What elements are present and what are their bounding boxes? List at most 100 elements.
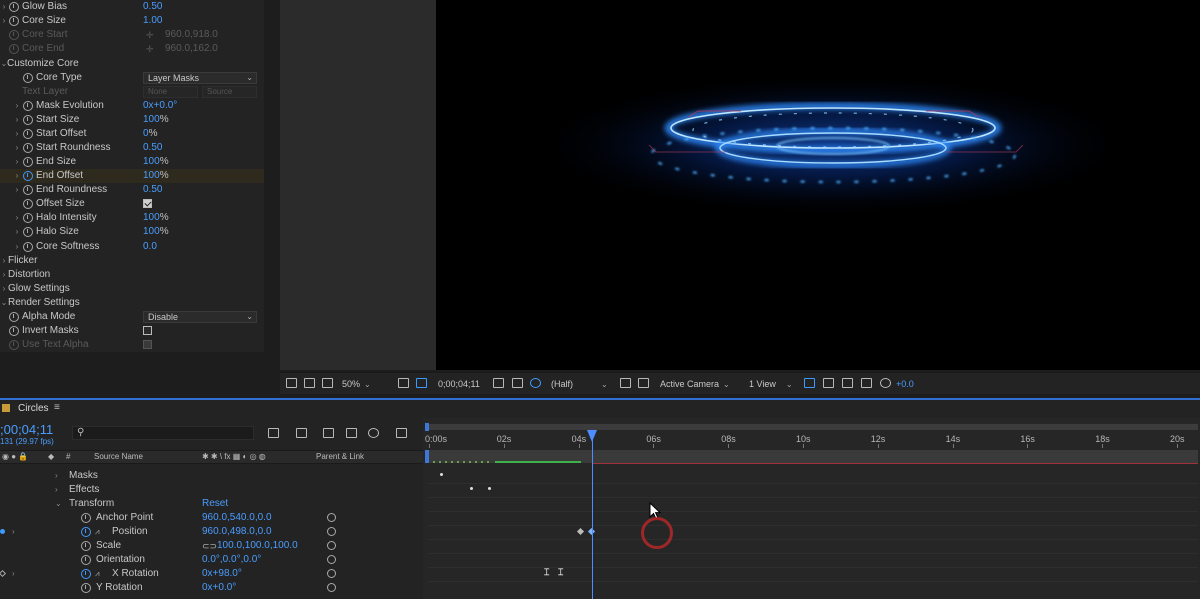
stopwatch-icon[interactable]: [81, 513, 91, 523]
av-switches-icon[interactable]: ◉ ● 🔒: [2, 452, 28, 461]
row-invert-masks[interactable]: Invert Masks: [0, 324, 264, 338]
frame-blending-icon[interactable]: [346, 428, 357, 438]
resolution-dropdown[interactable]: (Half) ⌄: [551, 377, 608, 391]
col-parent-link[interactable]: Parent & Link: [316, 452, 364, 461]
prop-value[interactable]: 960.0,498.0,0.0: [202, 525, 272, 539]
group-distortion[interactable]: › Distortion: [0, 268, 264, 282]
col-source-name[interactable]: Source Name: [94, 452, 143, 461]
row-transform[interactable]: ⌄ Transform Reset: [0, 497, 423, 511]
pick-whip-icon[interactable]: [327, 513, 336, 522]
pick-whip-icon[interactable]: [327, 583, 336, 592]
expand-triangle[interactable]: ›: [12, 567, 15, 581]
row-position[interactable]: › ⩘ Position 960.0,498.0,0.0: [0, 525, 423, 539]
prop-value[interactable]: 100%: [143, 211, 169, 225]
views-dropdown[interactable]: 1 View ⌄: [749, 377, 793, 391]
stopwatch-icon[interactable]: [81, 527, 91, 537]
graph-editor-icon[interactable]: [396, 428, 407, 438]
constrain-proportions-icon[interactable]: ⊂⊃: [202, 539, 217, 553]
expand-triangle[interactable]: ›: [0, 0, 8, 14]
expand-triangle[interactable]: ›: [13, 141, 21, 155]
motion-blur-icon[interactable]: [368, 428, 379, 438]
stopwatch-icon[interactable]: [23, 171, 33, 181]
row-alpha-mode[interactable]: Alpha Mode Disable ⌄: [0, 310, 264, 324]
row-offset-size[interactable]: Offset Size: [0, 197, 264, 211]
row-halo-intensity[interactable]: › Halo Intensity 100%: [0, 211, 264, 225]
row-core-type[interactable]: Core Type Layer Masks ⌄: [0, 71, 264, 85]
prop-value[interactable]: 100%: [143, 155, 169, 169]
expand-triangle[interactable]: ›: [12, 525, 15, 539]
row-start-size[interactable]: › Start Size 100%: [0, 113, 264, 127]
invert-masks-checkbox[interactable]: [143, 326, 152, 335]
tab-menu-icon[interactable]: ≡: [54, 402, 60, 413]
expand-triangle[interactable]: ›: [0, 268, 8, 282]
stopwatch-icon[interactable]: [23, 227, 33, 237]
expand-triangle[interactable]: ›: [13, 240, 21, 254]
stopwatch-icon[interactable]: [81, 569, 91, 579]
comp-mini-flowchart-icon[interactable]: [268, 428, 279, 438]
color-channel-icon[interactable]: [530, 378, 541, 388]
mask-icon[interactable]: [322, 378, 333, 388]
prop-value[interactable]: 0x+0.0°: [202, 581, 236, 595]
group-render-settings[interactable]: ⌄ Render Settings: [0, 296, 264, 310]
row-halo-size[interactable]: › Halo Size 100%: [0, 225, 264, 239]
stopwatch-icon[interactable]: [23, 143, 33, 153]
expand-triangle[interactable]: ›: [13, 169, 21, 183]
prop-value[interactable]: 0.50: [143, 0, 162, 14]
prop-value[interactable]: 0.50: [143, 183, 162, 197]
region-of-interest-icon[interactable]: [620, 378, 631, 388]
pick-whip-icon[interactable]: [327, 555, 336, 564]
position-keyframe[interactable]: [576, 527, 585, 536]
expand-triangle[interactable]: ›: [13, 225, 21, 239]
comp-tab-label[interactable]: Circles: [18, 403, 49, 414]
expand-triangle[interactable]: ›: [13, 211, 21, 225]
row-scale[interactable]: Scale ⊂⊃ 100.0,100.0,100.0: [0, 539, 423, 553]
row-orientation[interactable]: Orientation 0.0°,0.0°,0.0°: [0, 553, 423, 567]
row-y-rotation[interactable]: Y Rotation 0x+0.0°: [0, 581, 423, 595]
toggle-transparency-icon[interactable]: [638, 378, 649, 388]
expand-triangle[interactable]: ›: [55, 483, 58, 497]
work-area-bar[interactable]: [425, 424, 1198, 430]
camera-dropdown[interactable]: Active Camera ⌄: [660, 377, 730, 391]
row-glow-bias[interactable]: › Glow Bias 0.50: [0, 0, 264, 14]
label-icon[interactable]: ◆: [48, 452, 54, 461]
stopwatch-icon[interactable]: [23, 185, 33, 195]
row-end-offset[interactable]: › End Offset 100%: [0, 169, 264, 183]
keyframe-nav-icon[interactable]: [0, 529, 5, 534]
comp-flowchart-icon[interactable]: [861, 378, 872, 388]
row-effects[interactable]: › Effects: [0, 483, 423, 497]
group-customize-core[interactable]: ⌄ Customize Core: [0, 57, 264, 71]
stopwatch-icon[interactable]: [23, 101, 33, 111]
toggle-pixel-aspect-icon[interactable]: [804, 378, 815, 388]
prop-value[interactable]: 0%: [143, 127, 157, 141]
stopwatch-icon[interactable]: [23, 157, 33, 167]
core-type-dropdown[interactable]: Layer Masks ⌄: [143, 72, 257, 84]
timeline-tracks[interactable]: 0:00s 02s 04s 06s 08s 10s 12s 14s 16s 18s 20s ⌶ ⌶: [423, 418, 1200, 599]
expand-triangle[interactable]: ›: [55, 469, 58, 483]
timeline-icon[interactable]: [842, 378, 853, 388]
graph-icon[interactable]: ⩘: [95, 525, 100, 539]
zoom-dropdown[interactable]: 50% ⌄: [342, 377, 371, 391]
prop-value[interactable]: 0.0: [143, 240, 157, 254]
expand-triangle[interactable]: ›: [0, 254, 8, 268]
layer-in-point[interactable]: [425, 450, 429, 463]
keyframe-nav-icon[interactable]: [0, 569, 7, 578]
row-end-roundness[interactable]: › End Roundness 0.50: [0, 183, 264, 197]
current-time-display[interactable]: ;00;04;11: [0, 422, 53, 437]
pick-whip-icon[interactable]: [327, 541, 336, 550]
stopwatch-icon[interactable]: [81, 583, 91, 593]
prop-value[interactable]: 0x+0.0°: [143, 99, 177, 113]
fast-previews-icon[interactable]: [823, 378, 834, 388]
graph-icon[interactable]: ⩘: [95, 567, 100, 581]
fit-region-icon[interactable]: [398, 378, 409, 388]
stopwatch-icon[interactable]: [23, 129, 33, 139]
prop-value[interactable]: 100.0,100.0,100.0: [217, 539, 298, 553]
stopwatch-icon[interactable]: [9, 2, 19, 12]
stopwatch-icon[interactable]: [23, 199, 33, 209]
show-snapshot-icon[interactable]: [512, 378, 523, 388]
row-core-size[interactable]: › Core Size 1.00: [0, 14, 264, 28]
stopwatch-icon[interactable]: [23, 242, 33, 252]
offset-size-checkbox[interactable]: [143, 199, 152, 208]
expand-triangle[interactable]: ›: [13, 183, 21, 197]
stopwatch-icon[interactable]: [23, 73, 33, 83]
row-mask-evolution[interactable]: › Mask Evolution 0x+0.0°: [0, 99, 264, 113]
